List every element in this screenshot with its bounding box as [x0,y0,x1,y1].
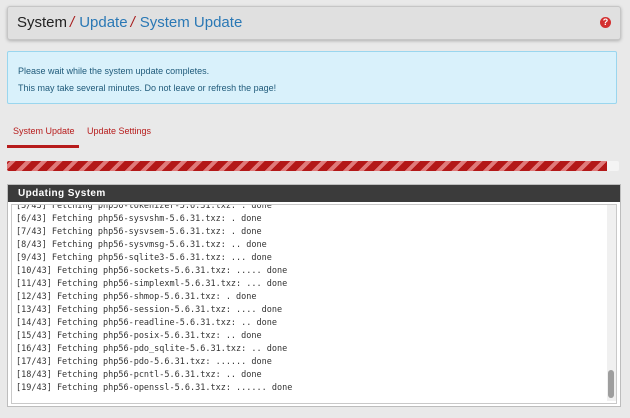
log-line: [16/43] Fetching php56-pdo_sqlite-5.6.31… [16,344,288,354]
alert-wait-text: Please wait while the system update comp… [18,66,210,76]
question-icon[interactable]: ? [600,17,611,28]
log-line: [14/43] Fetching php56-readline-5.6.31.t… [16,318,277,328]
tab-update-settings[interactable]: Update Settings [87,126,151,136]
tab-system-update[interactable]: System Update [13,126,75,136]
panel-title: Updating System [8,185,620,202]
log-line: [18/43] Fetching php56-pcntl-5.6.31.txz:… [16,370,262,380]
update-log[interactable]: [5/43] Fetching php56-tokenizer-5.6.31.t… [11,204,617,404]
log-line: [9/43] Fetching php56-sqlite3-5.6.31.txz… [16,253,272,263]
active-tab-indicator [7,145,79,148]
updating-system-panel: Updating System [5/43] Fetching php56-to… [7,184,621,407]
log-line: [13/43] Fetching php56-session-5.6.31.tx… [16,305,283,315]
breadcrumb: System / Update / System Update [17,14,242,31]
log-line: [15/43] Fetching php56-posix-5.6.31.txz:… [16,331,262,341]
log-line: [5/43] Fetching php56-tokenizer-5.6.31.t… [16,204,272,211]
breadcrumb-separator: / [130,14,135,31]
log-line: [11/43] Fetching php56-simplexml-5.6.31.… [16,279,288,289]
breadcrumb-system-update-link[interactable]: System Update [140,14,243,31]
scrollbar-thumb[interactable] [608,370,614,398]
log-line: [7/43] Fetching php56-sysvsem-5.6.31.txz… [16,227,262,237]
log-line: [10/43] Fetching php56-sockets-5.6.31.tx… [16,266,288,276]
progress-fill [7,161,607,171]
log-line: [6/43] Fetching php56-sysvshm-5.6.31.txz… [16,214,262,224]
log-line: [12/43] Fetching php56-shmop-5.6.31.txz:… [16,292,257,302]
tab-bar: System Update Update Settings [7,121,619,149]
log-line: [19/43] Fetching php56-openssl-5.6.31.tx… [16,383,293,393]
log-scrollbar[interactable] [607,205,616,401]
breadcrumb-separator: / [70,14,75,31]
breadcrumb-bar: System / Update / System Update ? [7,6,621,40]
log-line: [17/43] Fetching php56-pdo-5.6.31.txz: .… [16,357,272,367]
breadcrumb-update-link[interactable]: Update [79,14,127,31]
info-alert: Please wait while the system update comp… [7,51,617,104]
log-lines: [5/43] Fetching php56-tokenizer-5.6.31.t… [16,204,606,395]
breadcrumb-system: System [17,14,68,31]
alert-warning-text: This may take several minutes. Do not le… [18,83,277,93]
update-progress-bar [7,161,619,171]
log-line: [8/43] Fetching php56-sysvmsg-5.6.31.txz… [16,240,267,250]
